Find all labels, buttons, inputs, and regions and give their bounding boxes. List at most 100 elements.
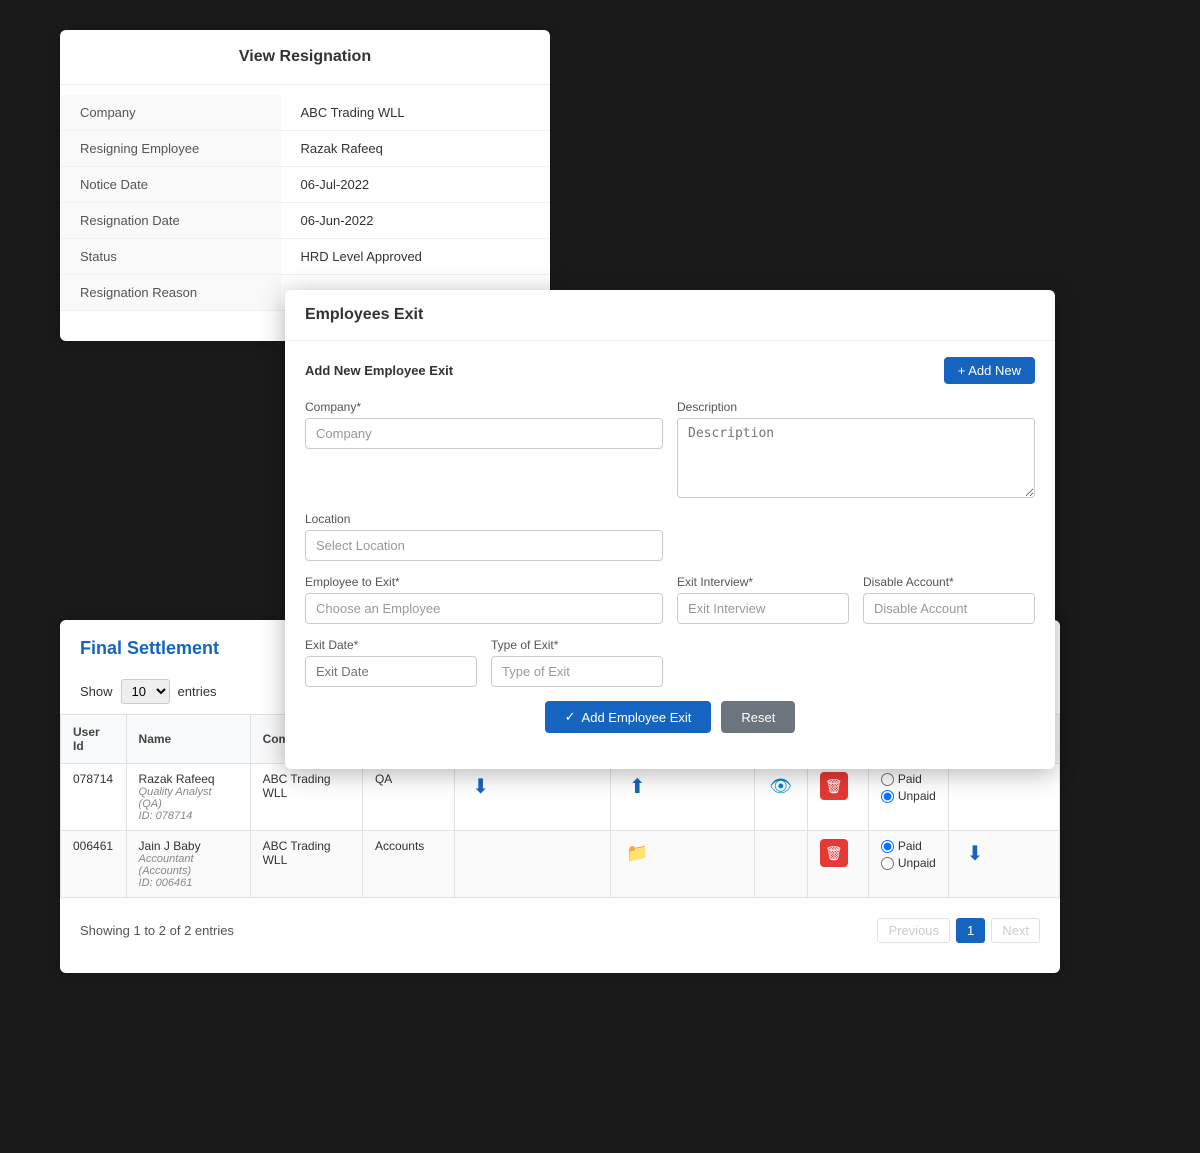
company-group: Company* Company: [305, 400, 663, 498]
field-value: ABC Trading WLL: [281, 95, 551, 131]
exit-interview-select[interactable]: Exit Interview: [677, 593, 849, 624]
add-new-row: Add New Employee Exit + Add New: [305, 357, 1035, 384]
paid-radio[interactable]: [881, 840, 894, 853]
company-cell: ABC Trading WLL: [250, 764, 362, 831]
delete-button[interactable]: 🗑: [820, 839, 848, 867]
type-of-exit-group: Type of Exit* Type of Exit: [491, 638, 663, 687]
resignation-field-row: Resigning Employee Razak Rafeeq: [60, 131, 550, 167]
view-resignation-title: View Resignation: [60, 30, 550, 85]
resignation-field-row: Status HRD Level Approved: [60, 239, 550, 275]
table-row: 078714 Razak Rafeeq Quality Analyst (QA)…: [61, 764, 1060, 831]
employee-group: Employee to Exit* Choose an Employee: [305, 575, 663, 624]
form-row-2: Location Select Location: [305, 512, 1035, 561]
field-label: Company: [60, 95, 281, 131]
showing-entries: Showing 1 to 2 of 2 entries: [80, 923, 234, 938]
next-button[interactable]: Next: [991, 918, 1040, 943]
field-label: Resigning Employee: [60, 131, 281, 167]
delete-cell: 🗑: [807, 831, 868, 898]
pagination: Previous 1 Next: [877, 918, 1040, 943]
status-radio-group: Paid Unpaid: [881, 839, 936, 870]
employee-name: Razak Rafeeq: [139, 772, 238, 786]
status-cell: Paid Unpaid: [868, 831, 948, 898]
form-row-3: Employee to Exit* Choose an Employee Exi…: [305, 575, 1035, 624]
employee-name: Jain J Baby: [139, 839, 238, 853]
company-cell: ABC Trading WLL: [250, 831, 362, 898]
checkmark-icon: ✓: [565, 709, 576, 725]
view-button[interactable]: 👁: [767, 772, 795, 800]
company-select[interactable]: Company: [305, 418, 663, 449]
resignation-field-row: Resignation Date 06-Jun-2022: [60, 203, 550, 239]
paid-label: Paid: [881, 772, 936, 786]
entries-label: entries: [178, 684, 217, 699]
view-cell: 👁: [754, 764, 807, 831]
field-value: Razak Rafeeq: [281, 131, 551, 167]
add-new-button[interactable]: + Add New: [944, 357, 1035, 384]
field-label: Resignation Reason: [60, 275, 281, 311]
add-new-label: Add New Employee Exit: [305, 363, 453, 378]
form-row-1: Company* Company Description: [305, 400, 1035, 498]
paid-radio[interactable]: [881, 773, 894, 786]
company-label: Company*: [305, 400, 663, 414]
upload-folder-button[interactable]: 📁: [623, 839, 651, 867]
exit-date-label: Exit Date*: [305, 638, 477, 652]
exit-interview-disable-group: Exit Interview* Exit Interview Disable A…: [677, 575, 1035, 624]
table-row: 006461 Jain J Baby Accountant (Accounts)…: [61, 831, 1060, 898]
exit-date-group: Exit Date*: [305, 638, 477, 687]
upload-button[interactable]: ⬆: [623, 772, 651, 800]
description-textarea[interactable]: [677, 418, 1035, 498]
field-value: 06-Jul-2022: [281, 167, 551, 203]
view-cell: [754, 831, 807, 898]
field-value: 06-Jun-2022: [281, 203, 551, 239]
type-of-exit-label: Type of Exit*: [491, 638, 663, 652]
exit-date-input[interactable]: [305, 656, 477, 687]
description-group: Description: [677, 400, 1035, 498]
unpaid-radio[interactable]: [881, 790, 894, 803]
field-label: Resignation Date: [60, 203, 281, 239]
column-header: User Id: [61, 715, 127, 764]
delete-cell: 🗑: [807, 764, 868, 831]
department-cell: QA: [362, 764, 454, 831]
column-header: Name: [126, 715, 250, 764]
download-button[interactable]: ⬇: [467, 772, 495, 800]
location-group: Location Select Location: [305, 512, 663, 561]
previous-button[interactable]: Previous: [877, 918, 950, 943]
user-id-cell: 006461: [61, 831, 127, 898]
disable-account-label: Disable Account*: [863, 575, 1035, 589]
show-label: Show: [80, 684, 113, 699]
location-select[interactable]: Select Location: [305, 530, 663, 561]
field-label: Status: [60, 239, 281, 275]
download-cell: ⬇: [454, 764, 611, 831]
employee-subtitle: Quality Analyst (QA): [139, 786, 238, 810]
page-1-button[interactable]: 1: [956, 918, 985, 943]
resignation-details-table: Company ABC Trading WLL Resigning Employ…: [60, 95, 550, 311]
name-cell: Razak Rafeeq Quality Analyst (QA) ID: 07…: [126, 764, 250, 831]
delete-button[interactable]: 🗑: [820, 772, 848, 800]
form-footer: ✓ Add Employee Exit Reset: [305, 701, 1035, 733]
employee-subtitle: Accountant (Accounts): [139, 853, 238, 877]
employee-id: ID: 078714: [139, 810, 238, 822]
entries-select[interactable]: 10: [121, 679, 170, 704]
disable-account-select[interactable]: Disable Account: [863, 593, 1035, 624]
modal-body: Add New Employee Exit + Add New Company*…: [285, 341, 1055, 749]
add-employee-exit-button[interactable]: ✓ Add Employee Exit: [545, 701, 712, 733]
form-row-4: Exit Date* Type of Exit* Type of Exit: [305, 638, 1035, 687]
final-settlement-cell: [948, 764, 1059, 831]
department-cell: Accounts: [362, 831, 454, 898]
status-cell: Paid Unpaid: [868, 764, 948, 831]
type-of-exit-select[interactable]: Type of Exit: [491, 656, 663, 687]
final-settlement-button[interactable]: ⬇: [961, 839, 989, 867]
disable-account-group: Disable Account* Disable Account: [863, 575, 1035, 624]
unpaid-label: Unpaid: [881, 856, 936, 870]
paid-label: Paid: [881, 839, 936, 853]
exit-interview-label: Exit Interview*: [677, 575, 849, 589]
exit-interview-group: Exit Interview* Exit Interview: [677, 575, 849, 624]
field-value: HRD Level Approved: [281, 239, 551, 275]
reset-button[interactable]: Reset: [721, 701, 795, 733]
unpaid-radio[interactable]: [881, 857, 894, 870]
description-label: Description: [677, 400, 1035, 414]
user-id-cell: 078714: [61, 764, 127, 831]
resignation-field-row: Notice Date 06-Jul-2022: [60, 167, 550, 203]
employee-select[interactable]: Choose an Employee: [305, 593, 663, 624]
exit-date-type-group: Exit Date* Type of Exit* Type of Exit: [305, 638, 663, 687]
upload-cell: ⬆: [611, 764, 755, 831]
